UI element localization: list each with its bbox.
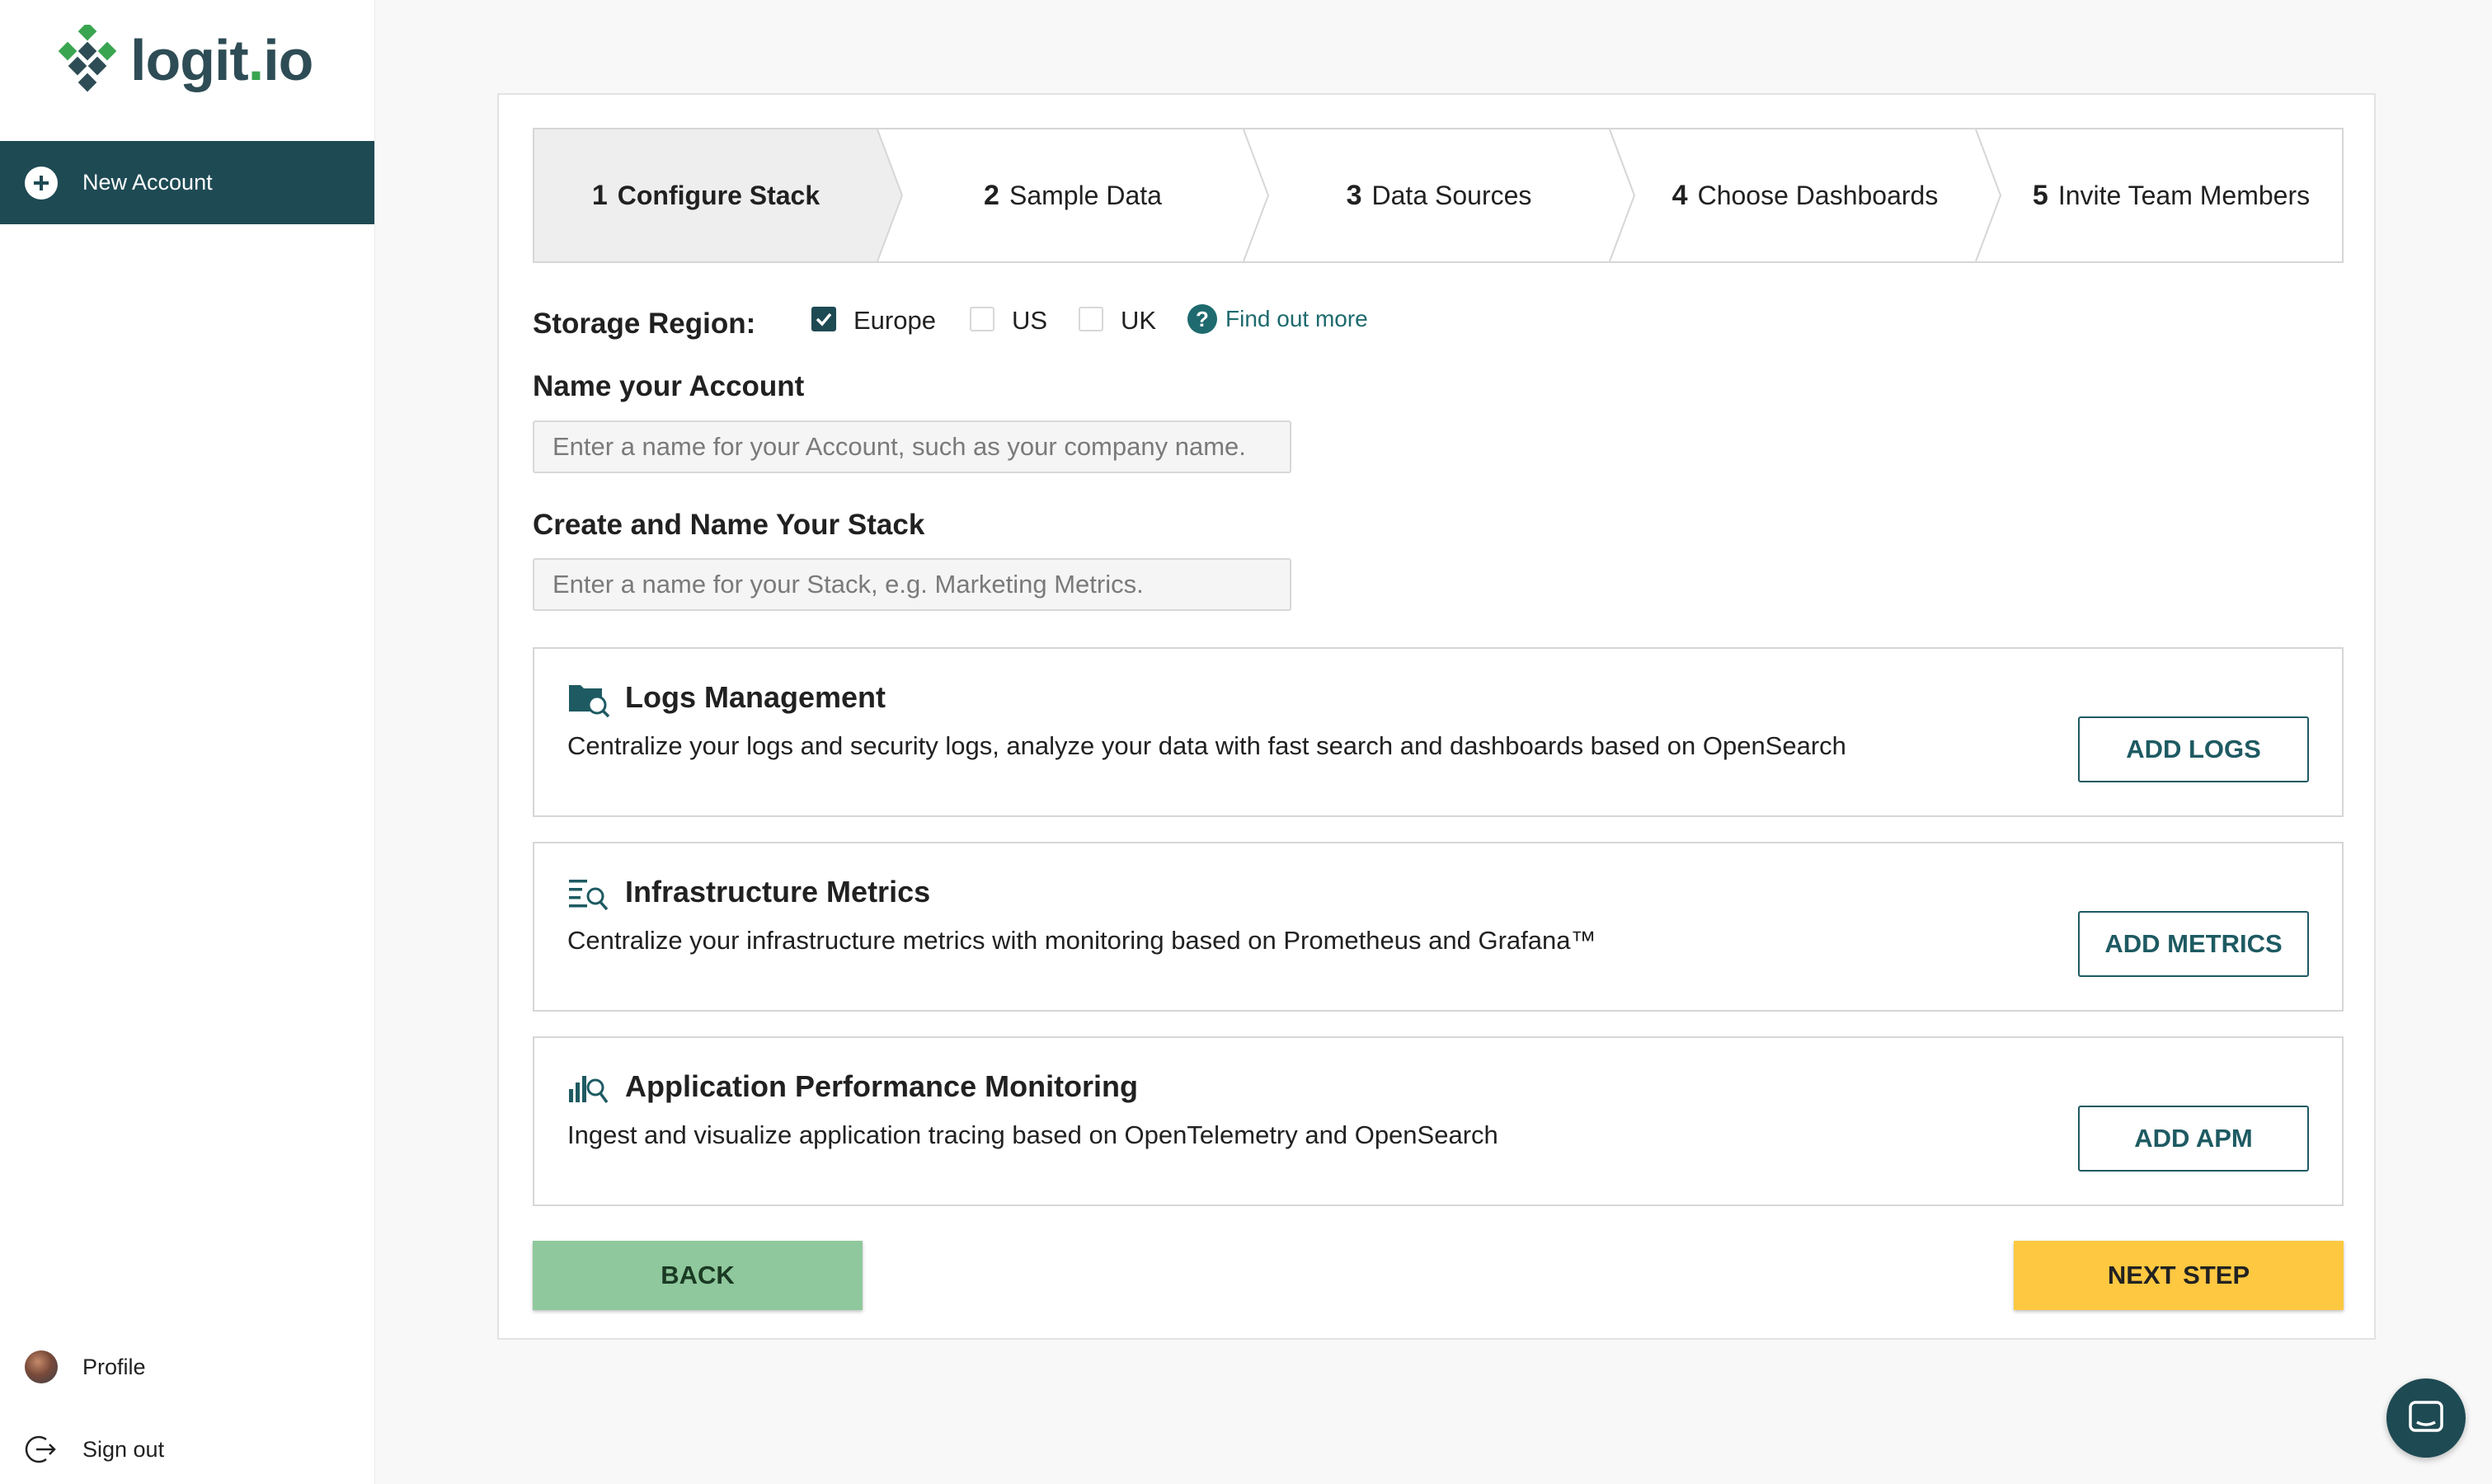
help-icon[interactable]: ? (1187, 304, 1217, 334)
us-label[interactable]: US (1012, 306, 1047, 336)
logit-logo-icon (58, 25, 117, 92)
feature-description: Ingest and visualize application tracing… (567, 1120, 1498, 1149)
next-step-button[interactable]: NEXT STEP (2014, 1241, 2344, 1310)
europe-checkbox[interactable] (811, 307, 836, 331)
add-apm-button[interactable]: ADD APM (2078, 1106, 2309, 1172)
logo-text: logit.io (130, 28, 313, 92)
create-stack-card: 1 Configure Stack 2 Sample Data 3 Data S… (497, 93, 2376, 1340)
avatar (25, 1350, 58, 1383)
step-configure-stack[interactable]: 1 Configure Stack (534, 129, 877, 261)
step-label: Sample Data (1009, 180, 1162, 210)
apm-panel: Application Performance Monitoring Inges… (533, 1036, 2344, 1206)
step-number: 4 (1672, 179, 1688, 211)
sidebar: logit.io New Account Profile Sign out (0, 0, 375, 1484)
plus-circle-icon (25, 166, 58, 200)
storage-region-label: Storage Region: (533, 308, 756, 340)
step-label: Data Sources (1371, 180, 1532, 210)
logs-management-panel: Logs Management Centralize your logs and… (533, 647, 2344, 817)
chat-icon (2409, 1401, 2443, 1432)
feature-description: Centralize your infrastructure metrics w… (567, 926, 1596, 955)
uk-label[interactable]: UK (1121, 306, 1156, 336)
sidebar-item-new-account[interactable]: New Account (0, 141, 374, 224)
step-label: Choose Dashboards (1697, 180, 1939, 210)
wizard-stepper: 1 Configure Stack 2 Sample Data 3 Data S… (533, 128, 2344, 263)
stack-name-label: Create and Name Your Stack (533, 509, 925, 541)
step-number: 2 (984, 179, 999, 211)
back-button[interactable]: BACK (533, 1241, 863, 1310)
account-name-label: Name your Account (533, 370, 805, 402)
chart-search-icon (569, 1076, 609, 1104)
step-choose-dashboards[interactable]: 4 Choose Dashboards (1634, 129, 1976, 261)
stack-name-input[interactable] (533, 558, 1291, 611)
infrastructure-metrics-panel: Infrastructure Metrics Centralize your i… (533, 842, 2344, 1012)
add-logs-button[interactable]: ADD LOGS (2078, 716, 2309, 782)
step-number: 1 (591, 179, 608, 211)
sidebar-item-label: New Account (82, 170, 213, 195)
sidebar-item-profile[interactable]: Profile (25, 1350, 146, 1383)
step-label: Configure Stack (617, 180, 820, 210)
chat-button[interactable] (2386, 1378, 2466, 1458)
feature-title: Infrastructure Metrics (625, 875, 931, 909)
sign-out-icon (25, 1435, 56, 1463)
account-name-input[interactable] (533, 420, 1291, 473)
folder-search-icon (569, 685, 610, 718)
step-label: Invite Team Members (2057, 180, 2311, 210)
step-number: 5 (2032, 179, 2048, 211)
feature-title: Application Performance Monitoring (625, 1069, 1139, 1103)
uk-checkbox[interactable] (1079, 307, 1103, 331)
add-metrics-button[interactable]: ADD METRICS (2078, 911, 2309, 977)
us-checkbox[interactable] (970, 307, 994, 331)
europe-label[interactable]: Europe (853, 306, 936, 336)
find-out-more-link[interactable]: Find out more (1225, 306, 1368, 332)
feature-description: Centralize your logs and security logs, … (567, 731, 1846, 760)
sidebar-item-label: Sign out (82, 1436, 165, 1462)
checkmark-icon (816, 312, 832, 326)
logit-logo[interactable]: logit.io (58, 25, 313, 96)
step-number: 3 (1346, 179, 1362, 211)
list-search-icon (569, 880, 609, 911)
step-invite-team-members[interactable]: 5 Invite Team Members (2001, 129, 2342, 261)
feature-title: Logs Management (625, 680, 886, 714)
sidebar-item-label: Profile (82, 1354, 146, 1379)
step-sample-data[interactable]: 2 Sample Data (902, 129, 1244, 261)
sidebar-item-sign-out[interactable]: Sign out (25, 1433, 164, 1466)
step-data-sources[interactable]: 3 Data Sources (1268, 129, 1610, 261)
